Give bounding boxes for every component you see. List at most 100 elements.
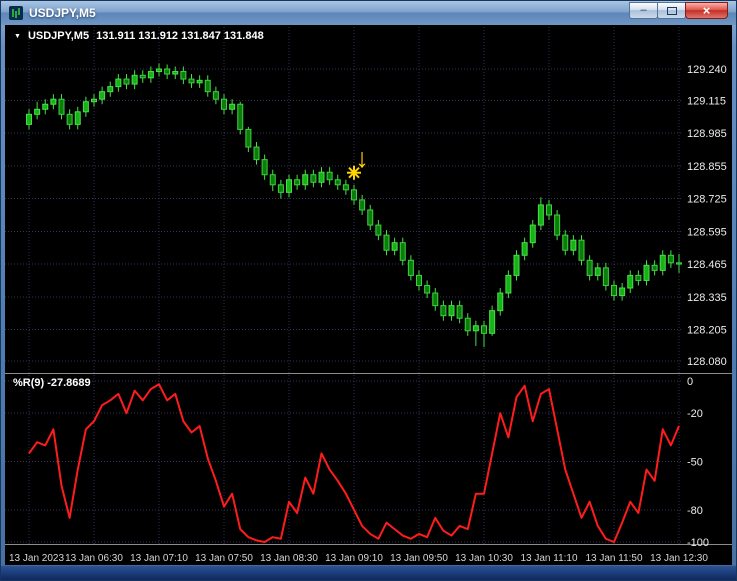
candle: [318, 171, 325, 183]
candle: [351, 189, 357, 201]
candle: [489, 310, 496, 334]
indicator-tick-label: -80: [687, 505, 703, 517]
indicator-tick-label: 0: [687, 376, 693, 388]
candle: [464, 317, 471, 332]
indicator-tick-label: -20: [687, 408, 703, 420]
candle: [399, 242, 406, 261]
minimize-button[interactable]: –: [629, 2, 658, 19]
candle: [651, 264, 658, 271]
candle: [334, 179, 341, 186]
price-tick-label: 128.205: [687, 325, 727, 337]
candle: [594, 267, 601, 276]
indicator-label: %R(9) -27.8689: [13, 377, 91, 389]
candle: [383, 234, 390, 251]
candle: [448, 305, 455, 317]
candle: [513, 254, 520, 276]
candle: [286, 179, 292, 193]
restore-button[interactable]: [657, 2, 686, 19]
candle: [554, 214, 561, 236]
time-label: 13 Jan 11:50: [585, 553, 643, 564]
restore-icon: [666, 6, 677, 15]
candle: [229, 103, 236, 110]
candle: [74, 111, 81, 125]
candle: [416, 274, 422, 286]
candle: [456, 305, 463, 319]
candle: [139, 74, 146, 79]
chart-window-icon: [9, 6, 23, 20]
window-bottom-frame: [1, 565, 736, 580]
candle: [221, 98, 227, 110]
candle: [521, 242, 528, 256]
candle: [237, 103, 244, 130]
candle: [627, 274, 634, 289]
candle: [245, 128, 252, 148]
candle: [115, 78, 122, 88]
chart-symbol-label: USDJPY,M5: [27, 30, 90, 42]
minimize-icon: –: [640, 4, 647, 16]
candle: [294, 179, 301, 186]
candle: [659, 254, 666, 271]
time-label: 13 Jan 12:30: [650, 553, 708, 564]
window-title: USDJPY,M5: [29, 6, 96, 20]
candle: [432, 292, 439, 307]
title-bar[interactable]: USDJPY,M5 – ×: [1, 1, 736, 25]
candle: [277, 184, 284, 193]
candle: [131, 74, 138, 85]
candle: [505, 274, 512, 294]
candle: [212, 91, 219, 100]
candle: [91, 98, 97, 103]
candle: [667, 254, 674, 264]
candle: [204, 79, 211, 93]
candle: [269, 174, 276, 186]
wpr-line: [28, 383, 680, 543]
candle: [50, 98, 57, 105]
candle: [611, 284, 617, 297]
close-icon: ×: [702, 3, 711, 18]
candle: [643, 264, 650, 281]
time-label: 13 Jan 2023: [9, 553, 64, 564]
candle: [586, 259, 593, 276]
chart-client-area: 129.240 129.115 128.985 128.855 128.725 128.5…: [5, 25, 732, 565]
time-label: 13 Jan 09:10: [325, 553, 383, 564]
candle: [497, 292, 504, 312]
candle: [440, 305, 447, 317]
time-label: 13 Jan 06:30: [65, 553, 123, 564]
window-controls: – ×: [629, 2, 728, 19]
candle: [58, 98, 65, 115]
candle: [562, 234, 569, 251]
chart-window: USDJPY,M5 – × 129.240 129.115 128.985 128.8…: [0, 0, 737, 581]
chart-collapse-icon[interactable]: ▼: [14, 33, 21, 40]
chart-ohlc-values: 131.911 131.912 131.847 131.848: [96, 30, 264, 42]
candle: [635, 274, 642, 281]
candle: [310, 174, 317, 183]
candle: [34, 108, 41, 115]
price-tick-label: 129.240: [687, 64, 727, 76]
candle: [676, 262, 682, 265]
candle: [180, 71, 187, 80]
price-tick-label: 128.725: [687, 194, 727, 206]
candle: [367, 209, 374, 226]
candle: [602, 267, 609, 286]
candle: [529, 224, 536, 244]
candle: [99, 91, 106, 100]
candle: [123, 78, 130, 85]
time-label: 13 Jan 07:10: [130, 553, 188, 564]
price-tick-label: 129.115: [687, 95, 726, 107]
candle: [359, 199, 366, 211]
candle: [537, 204, 544, 226]
candle: [578, 239, 585, 261]
candle: [326, 171, 333, 181]
candle: [302, 174, 309, 186]
price-tick-label: 128.465: [687, 259, 727, 271]
close-button[interactable]: ×: [685, 2, 728, 19]
candle: [342, 184, 349, 191]
price-tick-label: 128.855: [687, 161, 727, 173]
chart-canvas[interactable]: 129.240 129.115 128.985 128.855 128.725 128.5…: [5, 25, 732, 565]
time-label: 13 Jan 07:50: [195, 553, 253, 564]
candle: [196, 79, 203, 84]
price-tick-label: 128.080: [687, 356, 727, 368]
indicator-tick-label: -50: [687, 457, 703, 469]
candle: [147, 71, 154, 79]
candle: [42, 103, 49, 110]
candle: [424, 284, 431, 294]
